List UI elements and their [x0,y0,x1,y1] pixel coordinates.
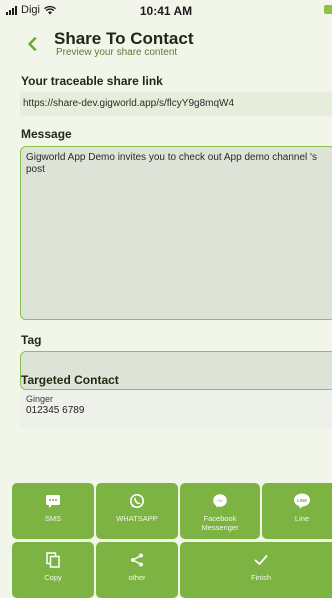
status-bar: Digi 10:41 AM [0,0,332,22]
share-other-button[interactable]: other [96,542,178,598]
share-line-button[interactable]: LINE Line [262,483,332,539]
contact-card: Ginger 012345 6789 [20,390,332,428]
share-icon [130,552,144,568]
share-link-label: Your traceable share link [21,74,163,88]
copy-label: Copy [44,573,62,582]
status-time: 10:41 AM [139,4,193,18]
share-line-label: Line [294,514,310,523]
message-label: Message [21,127,72,141]
share-other-label: other [128,573,146,582]
share-sms-button[interactable]: SMS [12,483,94,539]
share-link-field[interactable]: https://share-dev.gigworld.app/s/flcyY9g… [20,92,332,116]
battery-icon [324,5,332,14]
check-icon [254,552,268,568]
share-messenger-label: Facebook Messenger [201,514,239,532]
copy-icon [46,552,60,568]
svg-text:LINE: LINE [297,498,307,503]
sms-icon [45,493,61,509]
share-to-contact-screen: Digi 10:41 AM Share To Contact Preview y… [0,0,332,598]
page-subtitle: Preview your share content [56,47,178,58]
messenger-icon [212,493,228,509]
tag-label: Tag [21,333,42,347]
finish-button[interactable]: Finish [180,542,332,598]
message-textarea[interactable]: Gigworld App Demo invites you to check o… [20,146,332,320]
contact-phone: 012345 6789 [26,405,85,416]
share-whatsapp-label: WHATSAPP [116,514,158,523]
targeted-contact-label: Targeted Contact [21,373,119,387]
copy-button[interactable]: Copy [12,542,94,598]
share-messenger-button[interactable]: Facebook Messenger [180,483,260,539]
chevron-left-icon [28,37,37,51]
back-button[interactable] [24,34,40,54]
finish-label: Finish [250,573,271,582]
whatsapp-icon [129,493,145,509]
page-title: Share To Contact [54,29,194,48]
share-whatsapp-button[interactable]: WHATSAPP [96,483,178,539]
line-icon: LINE [293,493,311,509]
share-sms-label: SMS [44,514,62,523]
contact-name: Ginger [26,394,54,404]
